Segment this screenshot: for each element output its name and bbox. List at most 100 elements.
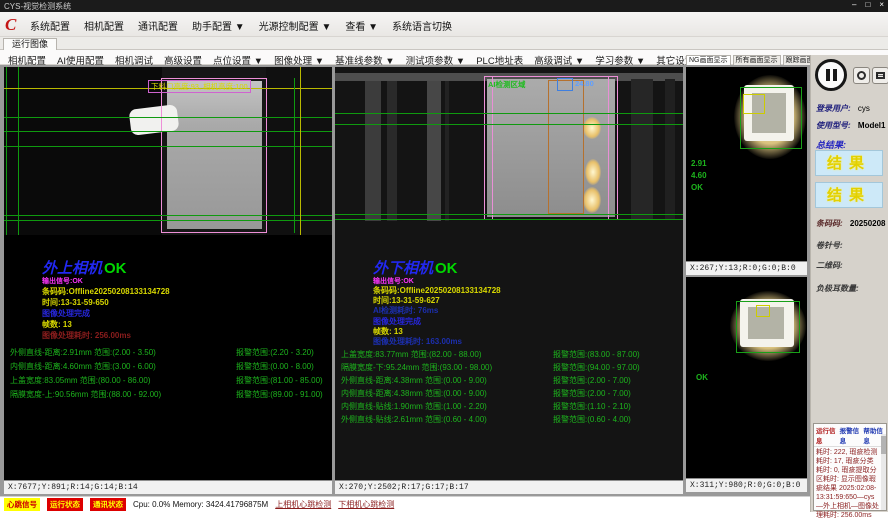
overlay-roi-rect (161, 78, 267, 233)
ai-region-label: AI检测区域 (488, 79, 526, 90)
overlay-hline (335, 113, 683, 114)
maximize-button[interactable]: □ (865, 0, 870, 9)
info-tab-alarm[interactable]: 报警信息 (840, 425, 861, 445)
lower-camera-heartbeat-link[interactable]: 下相机心跳检测 (338, 499, 394, 510)
run-state-badge: 运行状态 (47, 498, 83, 511)
thumb-measure-label: 2.91 (691, 159, 707, 168)
overlay-hline (4, 220, 332, 221)
menu-comm-config[interactable]: 通讯配置 (138, 18, 178, 33)
overlay-vline-pink (608, 76, 609, 220)
qr-label: 二维码: (816, 261, 843, 270)
ai-time-text: AI检测耗时: 76ms (373, 305, 438, 316)
model-row: 使用型号: Model1 (816, 120, 885, 131)
login-user-row: 登录用户: cys (816, 103, 870, 114)
overlay-vline (294, 78, 295, 233)
main-area: 下料口高度:93, 相机高度:100 外上相机OK 输出信号:OK 条码码:Of… (0, 65, 888, 496)
pin-label: 卷针号: (816, 241, 843, 250)
pixel-coordinate-bar: X:270;Y:2502;R:17;G:17;B:17 (335, 480, 683, 494)
menu-camera-config[interactable]: 相机配置 (84, 18, 124, 33)
overlay-hline (335, 214, 683, 215)
measurement-text: 外侧直线-距离:2.91mm 范围:(2.00 - 3.50) (10, 347, 156, 358)
titlebar: CYS-视觉检测系统 – □ × (0, 0, 888, 12)
overlay-vline-yellow (300, 67, 301, 235)
tab-strip: 运行图像 (0, 37, 888, 50)
alarm-range-text: 报警范围:(2.00 - 7.00) (553, 375, 631, 386)
app-window: CYS-视觉检测系统 – □ × C 系统配置 相机配置 通讯配置 助手配置 ▼… (0, 0, 888, 522)
scene-machine-bar (365, 81, 381, 221)
log-text: 耗时: 222, 瑕疵检测耗时: 17, 瑕疵分类耗时: 0, 瑕疵提取分区耗时… (814, 447, 886, 521)
barcode-row: 条码码: 20250208 (816, 218, 886, 229)
scene-dark-right (266, 67, 332, 235)
camera-canvas-upper-outer[interactable]: 下料口高度:93, 相机高度:100 外上相机OK 输出信号:OK 条码码:Of… (4, 67, 332, 480)
cpu-memory-text: Cpu: 0.0% Memory: 3424.41796875M (133, 500, 268, 509)
alarm-range-text: 报警范围:(81.00 - 85.00) (236, 375, 323, 386)
camera-view-lower-outer: 24.80 AI检测区域 外下相机OK 输出信号:OK 条码码:Offline2… (335, 67, 683, 494)
measurement-text: 隔膜宽度-上:90.56mm 范围:(88.00 - 92.00) (10, 389, 161, 400)
info-tab-run[interactable]: 运行信息 (816, 425, 837, 445)
pixel-coordinate-bar: X:311;Y:980;R:0;G:0;B:0 (686, 478, 807, 492)
measurement-text: 上盖宽度:83.77mm 范围:(82.00 - 88.00) (341, 349, 482, 360)
thumb-measure-label: 4.60 (691, 171, 707, 180)
alarm-range-text: 报警范围:(83.00 - 87.00) (553, 349, 640, 360)
scene-machine-bar (445, 81, 449, 221)
alarm-range-text: 报警范围:(89.00 - 91.00) (236, 389, 323, 400)
frame-count-text: 帧数: 13 (42, 319, 72, 330)
camera-view-thumb-bottom: OK X:311;Y:980;R:0;G:0;B:0 (686, 277, 807, 492)
camera-result-ok: OK (104, 260, 127, 277)
pin-row: 卷针号: (816, 240, 843, 251)
camera-capture-button[interactable] (853, 67, 870, 84)
blue-measure-label: 24.80 (575, 79, 594, 88)
camera-result-ok: OK (435, 260, 458, 277)
tab-run-image[interactable]: 运行图像 (3, 38, 57, 50)
comm-state-badge: 通讯状态 (90, 498, 126, 511)
measurement-row: 内侧直线-距离:4.38mm 范围:(0.00 - 9.00) 报警范围:(2.… (335, 388, 683, 400)
minimize-button[interactable]: – (852, 0, 856, 9)
close-button[interactable]: × (879, 0, 884, 9)
measurement-row: 上盖宽度:83.05mm 范围:(80.00 - 86.00) 报警范围:(81… (4, 375, 332, 387)
menu-system-config[interactable]: 系统配置 (30, 18, 70, 33)
back-arrow-icon[interactable]: ← (873, 65, 887, 81)
log-scrollbar-thumb[interactable] (881, 436, 886, 454)
barcode-label: 条码码: (816, 219, 843, 228)
overlay-hline (4, 146, 332, 147)
tab-count-row: 负极耳数量: (816, 283, 859, 294)
login-user-label: 登录用户: (816, 104, 851, 113)
result-display-2: 结果 (815, 182, 883, 208)
measurement-text: 上盖宽度:83.05mm 范围:(80.00 - 86.00) (10, 375, 151, 386)
log-scrollbar[interactable] (881, 434, 886, 510)
overlay-hline (4, 131, 332, 132)
menu-view[interactable]: 查看 ▼ (345, 18, 378, 33)
camera-title: 外上相机OK (42, 257, 127, 278)
camera-lens-icon (857, 71, 866, 80)
menubar: C 系统配置 相机配置 通讯配置 助手配置 ▼ 光源控制配置 ▼ 查看 ▼ 系统… (0, 12, 888, 37)
overlay-vline-pink (492, 76, 493, 220)
camera-canvas-thumb-top[interactable]: 2.91 4.60 OK (686, 67, 807, 261)
overlay-blue-rect (557, 78, 573, 91)
elapsed-text: 图像处理耗时: 256.00ms (42, 330, 131, 341)
overlay-vline (6, 67, 7, 235)
pixel-coordinate-bar: X:7677;Y:891;R:14;G:14;B:14 (4, 480, 332, 494)
camera-view-upper-outer: 下料口高度:93, 相机高度:100 外上相机OK 输出信号:OK 条码码:Of… (4, 67, 332, 494)
scene-machine-bar (631, 79, 653, 219)
menu-language-switch[interactable]: 系统语言切换 (392, 18, 452, 33)
measurement-row: 外侧直线-距离:2.91mm 范围:(2.00 - 3.50) 报警范围:(2.… (4, 347, 332, 359)
measurement-text: 内侧直线-距离:4.38mm 范围:(0.00 - 9.00) (341, 388, 487, 399)
statusbar: 心跳信号 运行状态 通讯状态 Cpu: 0.0% Memory: 3424.41… (0, 496, 810, 512)
model-value[interactable]: Model1 (858, 121, 886, 130)
pause-button[interactable] (815, 59, 847, 91)
menu-assist-config[interactable]: 助手配置 ▼ (192, 18, 245, 33)
measurement-text: 内侧直线-贴线:1.90mm 范围:(1.00 - 2.20) (341, 401, 487, 412)
menu-light-config[interactable]: 光源控制配置 ▼ (259, 18, 332, 33)
total-result-label: 总结果: (816, 140, 846, 150)
camera-canvas-lower-outer[interactable]: 24.80 AI检测区域 外下相机OK 输出信号:OK 条码码:Offline2… (335, 67, 683, 480)
measurement-row: 外侧直线-距离:4.38mm 范围:(0.00 - 9.00) 报警范围:(2.… (335, 375, 683, 387)
heartbeat-badge: 心跳信号 (4, 498, 40, 511)
measurement-row: 隔膜宽度-下:95.24mm 范围:(93.00 - 98.00) 报警范围:(… (335, 362, 683, 374)
alarm-range-text: 报警范围:(0.00 - 8.00) (236, 361, 314, 372)
height-annotation: 下料口高度:93, 相机高度:100 (148, 80, 251, 93)
camera-canvas-thumb-bottom[interactable]: OK (686, 277, 807, 478)
time-text: 时间:13-31-59-650 (42, 297, 109, 308)
upper-camera-heartbeat-link[interactable]: 上相机心跳检测 (275, 499, 331, 510)
scene-dark-left (4, 67, 162, 235)
measurement-row: 隔膜宽度-上:90.56mm 范围:(88.00 - 92.00) 报警范围:(… (4, 389, 332, 401)
